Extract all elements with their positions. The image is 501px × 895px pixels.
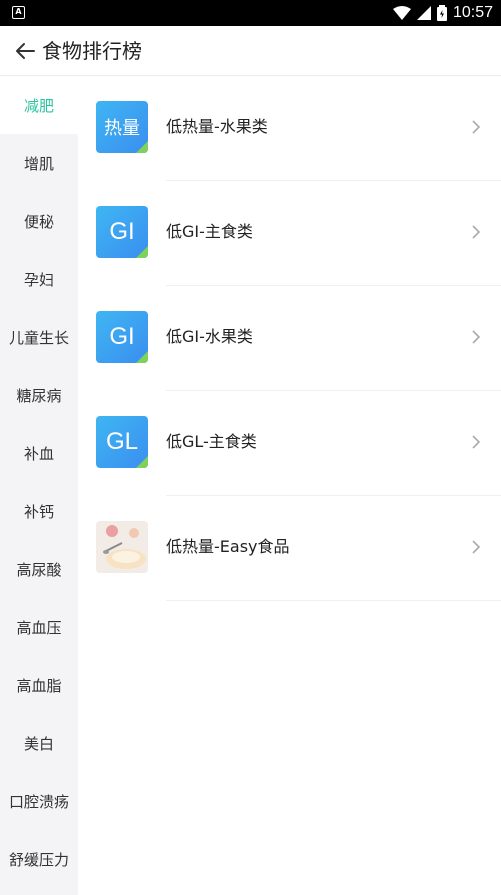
status-bar: A 10:57 <box>0 0 501 26</box>
list-item-label: 低热量-水果类 <box>166 117 268 136</box>
list-item[interactable]: GI 低GI-水果类 <box>78 286 501 391</box>
sidebar-item-whitening[interactable]: 美白 <box>0 714 78 772</box>
food-photo <box>96 521 148 573</box>
battery-icon <box>436 5 447 21</box>
food-photo-icon <box>96 521 148 573</box>
sidebar-item-mouth-ulcer[interactable]: 口腔溃疡 <box>0 772 78 830</box>
sidebar-item-stress-relief[interactable]: 舒缓压力 <box>0 830 78 888</box>
list-item[interactable]: GL 低GL-主食类 <box>78 391 501 496</box>
sidebar-item-constipation[interactable]: 便秘 <box>0 192 78 250</box>
list-item[interactable]: 热量 低热量-水果类 <box>78 76 501 181</box>
sidebar-item-diabetes[interactable]: 糖尿病 <box>0 366 78 424</box>
wifi-icon <box>392 6 411 20</box>
list-item[interactable]: GI 低GI-主食类 <box>78 181 501 286</box>
list-item[interactable]: 低热量-Easy食品 <box>78 496 501 601</box>
sidebar-item-hyperlipidemia[interactable]: 高血脂 <box>0 656 78 714</box>
app-bar: 食物排行榜 <box>0 26 501 76</box>
icon-text: 热量 <box>104 118 140 139</box>
category-sidebar: 减肥 增肌 便秘 孕妇 儿童生长 糖尿病 补血 补钙 高尿酸 高血压 高血脂 美… <box>0 76 78 895</box>
sidebar-item-calcium[interactable]: 补钙 <box>0 482 78 540</box>
chevron-right-icon <box>472 435 481 449</box>
calories-icon: 热量 <box>96 101 148 153</box>
back-arrow-icon[interactable] <box>14 40 36 62</box>
chevron-right-icon <box>472 225 481 239</box>
sidebar-item-lose-weight[interactable]: 减肥 <box>0 76 78 134</box>
list-item-label: 低GI-水果类 <box>166 327 253 346</box>
signal-icon <box>416 6 431 20</box>
chevron-right-icon <box>472 540 481 554</box>
sidebar-item-uric-acid[interactable]: 高尿酸 <box>0 540 78 598</box>
gi-icon: GI <box>96 206 148 258</box>
clock: 10:57 <box>452 4 493 21</box>
sidebar-item-hypertension[interactable]: 高血压 <box>0 598 78 656</box>
list-item-label: 低GI-主食类 <box>166 222 253 241</box>
gi-icon: GI <box>96 311 148 363</box>
status-icons: 10:57 <box>392 3 493 23</box>
list-item-label: 低热量-Easy食品 <box>166 537 290 556</box>
sidebar-item-child-growth[interactable]: 儿童生长 <box>0 308 78 366</box>
chevron-right-icon <box>472 330 481 344</box>
list-item-label: 低GL-主食类 <box>166 432 257 451</box>
chevron-right-icon <box>472 120 481 134</box>
page-title: 食物排行榜 <box>42 39 142 63</box>
sidebar-item-pregnancy[interactable]: 孕妇 <box>0 250 78 308</box>
notification-icon: A <box>12 6 25 19</box>
icon-text: GI <box>109 218 135 245</box>
sidebar-item-gain-muscle[interactable]: 增肌 <box>0 134 78 192</box>
icon-text: GL <box>105 428 138 455</box>
gl-icon: GL <box>96 416 148 468</box>
divider <box>166 600 501 601</box>
sidebar-item-blood[interactable]: 补血 <box>0 424 78 482</box>
icon-text: GI <box>109 323 135 350</box>
